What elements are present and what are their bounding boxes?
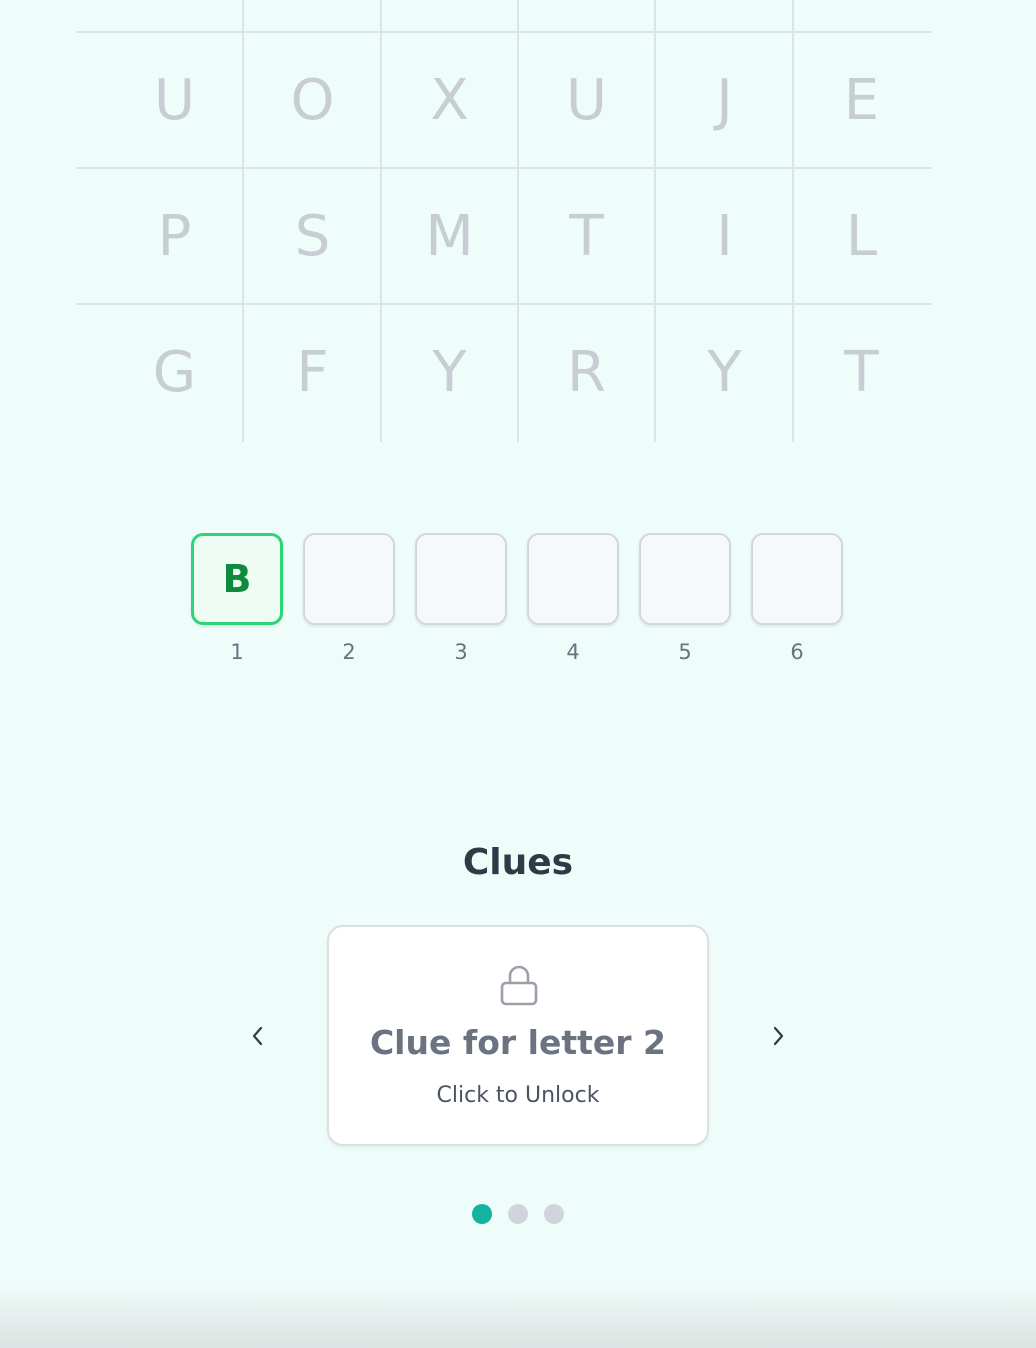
chevron-left-icon [252, 1026, 263, 1046]
lock-icon [500, 965, 538, 1006]
grid-cell[interactable]: O [244, 33, 381, 167]
slot-number: 1 [230, 640, 244, 664]
bottom-fade [0, 1280, 1036, 1348]
grid-cell[interactable]: U [518, 33, 655, 167]
grid-cell[interactable]: U [106, 33, 243, 167]
grid-cell[interactable]: R [518, 305, 655, 439]
grid-cell[interactable]: Y [381, 305, 518, 439]
grid-cell[interactable]: T [793, 305, 930, 439]
grid-cell[interactable]: E [793, 33, 930, 167]
pagination-dot[interactable] [472, 1204, 492, 1224]
clues-heading: Clues [462, 842, 574, 883]
slot-number: 3 [454, 640, 468, 664]
grid-cell[interactable]: L [793, 169, 930, 303]
grid-cell[interactable]: P [106, 169, 243, 303]
grid-cell[interactable]: Y [656, 305, 793, 439]
grid-cell[interactable]: I [656, 169, 793, 303]
next-clue-button[interactable] [760, 1018, 796, 1054]
answer-slot[interactable] [527, 533, 619, 625]
slot-number: 2 [342, 640, 356, 664]
slot-number: 4 [566, 640, 580, 664]
clue-title: Clue for letter 2 [369, 1023, 667, 1062]
slot-number: 5 [678, 640, 692, 664]
answer-slot[interactable] [639, 533, 731, 625]
pagination-dot[interactable] [508, 1204, 528, 1224]
grid-cell[interactable]: M [381, 169, 518, 303]
grid-cell[interactable]: F [244, 305, 381, 439]
answer-slot[interactable] [751, 533, 843, 625]
grid-cell[interactable]: S [244, 169, 381, 303]
answer-slot[interactable]: B [191, 533, 283, 625]
clue-card[interactable]: Clue for letter 2 Click to Unlock [327, 925, 709, 1146]
clue-unlock-text: Click to Unlock [436, 1083, 600, 1108]
grid-cell[interactable]: T [518, 169, 655, 303]
prev-clue-button[interactable] [240, 1018, 276, 1054]
answer-slot[interactable] [415, 533, 507, 625]
chevron-right-icon [773, 1026, 784, 1046]
letter-grid: U O X U J E P S M T I L G F Y R Y T [0, 0, 1036, 442]
grid-cell[interactable]: J [656, 33, 793, 167]
answer-slot[interactable] [303, 533, 395, 625]
slot-number: 6 [790, 640, 804, 664]
grid-cell[interactable]: G [106, 305, 243, 439]
grid-cell[interactable]: X [381, 33, 518, 167]
pagination-dot[interactable] [544, 1204, 564, 1224]
